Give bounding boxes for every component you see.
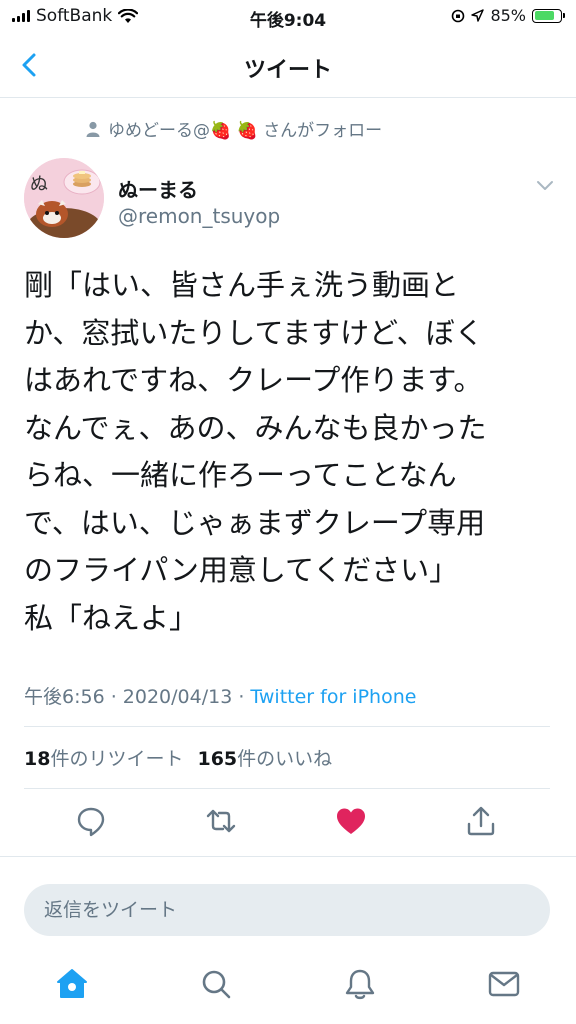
red-panda-avatar-image: ぬ	[24, 158, 104, 238]
tweet-text-line: はあれですね、クレープ作ります。	[24, 363, 483, 397]
social-context-text: ゆめどーる@🍓 🍓 さんがフォロー	[108, 121, 383, 141]
likes-label: 件のいいね	[237, 748, 333, 770]
avatar[interactable]: ぬ	[24, 158, 104, 238]
divider	[24, 726, 550, 727]
svg-text:ぬ: ぬ	[30, 174, 48, 195]
tweet-text-line: で、はい、じゃぁまずクレープ専用	[24, 505, 486, 540]
reply-icon[interactable]	[74, 804, 108, 838]
retweet-icon[interactable]	[204, 804, 238, 838]
like-icon[interactable]	[334, 804, 368, 838]
tweet-stats: 18件のリツイート 165件のいいね	[24, 744, 332, 771]
person-icon	[86, 121, 100, 137]
status-bar: SoftBank 午後9:04 85%	[0, 0, 576, 34]
tweet-source-link[interactable]: Twitter for iPhone	[250, 686, 416, 708]
username[interactable]: @remon_tsuyop	[118, 204, 280, 228]
chevron-down-icon[interactable]	[534, 174, 556, 196]
retweets-count: 18	[24, 748, 51, 770]
location-icon	[471, 9, 485, 22]
social-context[interactable]: ゆめどーる@🍓 🍓 さんがフォロー	[86, 116, 382, 141]
page-title: ツイート	[243, 58, 332, 83]
tweet-actions	[0, 800, 576, 844]
tweet-text-line: らね、一緒に作ろーってことなん	[24, 458, 457, 492]
tweet-text-line: 剛「はい、皆さん手ぇ洗う動画と	[24, 268, 460, 302]
reply-input[interactable]	[24, 884, 550, 936]
display-name[interactable]: ぬーまる	[118, 174, 198, 203]
orientation-lock-icon	[452, 9, 465, 22]
battery-icon	[532, 8, 565, 23]
tab-bar	[0, 956, 576, 1024]
tweet-text: 剛「はい、皆さん手ぇ洗う動画と か、窓拭いたりしてますけど、ぼく はあれですね、…	[24, 262, 554, 642]
tweet-meta: 午後6:56 · 2020/04/13 · Twitter for iPhone	[24, 682, 416, 709]
search-icon[interactable]	[198, 966, 234, 1002]
likes-count: 165	[197, 748, 238, 770]
share-icon[interactable]	[464, 804, 498, 838]
divider	[24, 788, 550, 789]
home-icon[interactable]	[54, 966, 90, 1002]
retweets-stat[interactable]: 18件のリツイート	[24, 744, 183, 771]
tweet-text-line: なんでぇ、あの、みんなも良かった	[24, 410, 487, 445]
messages-icon[interactable]	[486, 966, 522, 1002]
notifications-icon[interactable]	[342, 966, 378, 1002]
tweet-timestamp[interactable]: 午後6:56 · 2020/04/13 ·	[24, 686, 250, 708]
battery-percent: 85%	[490, 6, 526, 25]
retweets-label: 件のリツイート	[50, 748, 184, 770]
status-bar-right: 85%	[451, 6, 565, 25]
tweet-text-line: 私「ねえよ」	[24, 600, 199, 635]
navigation-bar: ツイート	[0, 34, 576, 98]
likes-stat[interactable]: 165件のいいね	[197, 744, 332, 771]
tweet-text-line: のフライパン用意してください」	[24, 553, 459, 587]
tweet-text-line: か、窓拭いたりしてますけど、ぼく	[24, 315, 484, 350]
section-divider	[0, 856, 576, 875]
